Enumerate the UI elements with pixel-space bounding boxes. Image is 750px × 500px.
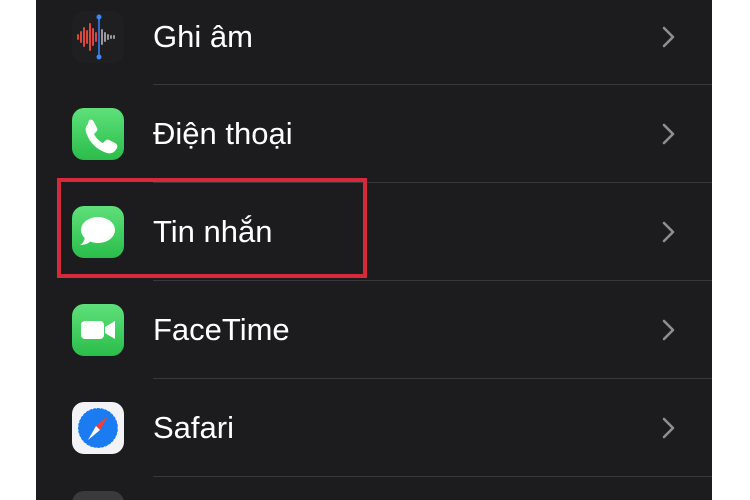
settings-row-label: FaceTime [153, 312, 290, 347]
settings-row-voice-memos[interactable]: Ghi âm [36, 0, 712, 86]
row-divider [153, 476, 712, 477]
settings-row-label: Ghi âm [153, 19, 253, 54]
settings-row-messages[interactable]: Tin nhắn [36, 183, 712, 281]
settings-row-phone[interactable]: Điện thoại [36, 85, 712, 183]
settings-row-label: Tin nhắn [153, 214, 273, 249]
settings-row-facetime[interactable]: FaceTime [36, 281, 712, 379]
messages-icon [72, 206, 124, 258]
facetime-icon [72, 304, 124, 356]
settings-row-safari[interactable]: Safari [36, 379, 712, 477]
chevron-right-icon [659, 122, 677, 146]
voice-memos-icon [72, 11, 124, 63]
settings-list: Ghi âm Điện thoại Tin nhắn FaceTime Safa… [36, 0, 712, 500]
chevron-right-icon [659, 25, 677, 49]
settings-row-label: Safari [153, 410, 234, 445]
chevron-right-icon [659, 416, 677, 440]
safari-icon [72, 402, 124, 454]
settings-row-label: Điện thoại [153, 116, 293, 151]
next-row-icon [72, 491, 124, 500]
chevron-right-icon [659, 220, 677, 244]
chevron-right-icon [659, 318, 677, 342]
phone-icon [72, 108, 124, 160]
